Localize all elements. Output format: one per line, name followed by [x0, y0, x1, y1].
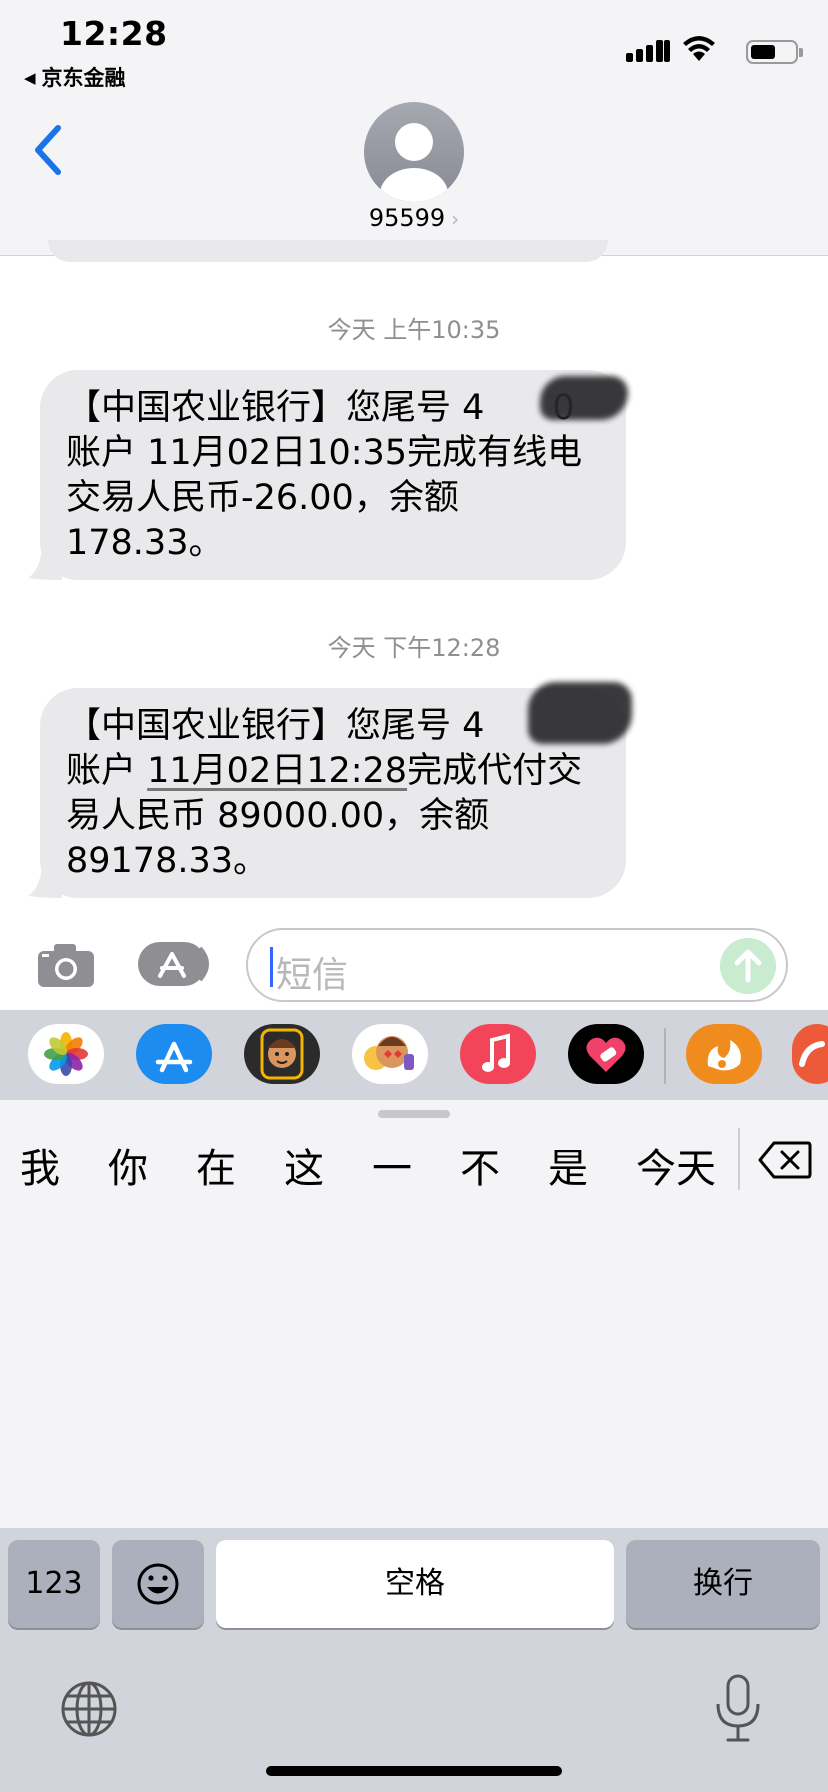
message-timestamp: 今天 下午12:28 [327, 634, 501, 662]
candidate-word[interactable]: 我 [20, 1136, 60, 1194]
microphone-icon[interactable] [710, 1674, 766, 1744]
candidate-word[interactable]: 你 [108, 1136, 148, 1194]
back-app-label: 京东金融 [41, 66, 126, 90]
person-icon [380, 123, 448, 202]
contact-number: 95599 [368, 204, 446, 232]
redaction-mark [540, 376, 628, 420]
message-line: 【中国农业银行】您尾号 4 [66, 706, 485, 746]
drawer-grabber[interactable] [378, 1110, 450, 1118]
battery-icon [746, 40, 803, 64]
date-link[interactable]: 11月02日12:28 [147, 751, 407, 791]
chevron-right-icon: › [451, 207, 460, 231]
message-input-placeholder: 短信 [276, 955, 349, 996]
message-bubble[interactable]: 【中国农业银行】您尾号 40 账户 11月02日10:35完成有线电 交易人民币… [28, 370, 628, 580]
contact-name[interactable]: 95599 › [0, 204, 828, 232]
message-line: 易人民币 89000.00，余额 [66, 796, 490, 836]
numbers-key[interactable]: 123 [8, 1540, 100, 1628]
message-line: 交易人民币-26.00，余额 [66, 478, 459, 518]
animoji-stickers-icon[interactable] [352, 1024, 428, 1084]
text-caret [270, 947, 273, 987]
music-icon[interactable] [460, 1024, 536, 1084]
candidate-bar: 我 你 在 这 一 不 是 今天 [0, 1100, 828, 1528]
camera-icon[interactable] [36, 942, 96, 988]
message-bubble[interactable]: 【中国农业银行】您尾号 4 账户 11月02日12:28完成代付交 易人民币 8… [28, 682, 632, 898]
memoji-icon[interactable] [244, 1024, 320, 1084]
imessage-app-drawer [0, 1010, 828, 1100]
message-line: 账户 11月02日10:35完成有线电 [66, 433, 583, 473]
status-icons [598, 34, 803, 66]
home-indicator[interactable] [266, 1766, 562, 1776]
wifi-icon [683, 36, 715, 61]
candidate-word[interactable]: 今天 [636, 1136, 716, 1194]
candidate-word[interactable]: 在 [196, 1136, 236, 1194]
app-drawer-divider [664, 1028, 666, 1084]
return-key[interactable]: 换行 [626, 1540, 820, 1628]
partial-app-icon[interactable] [792, 1024, 828, 1084]
contact-avatar[interactable] [364, 102, 464, 202]
message-line: 89178.33。 [66, 841, 269, 881]
uc-browser-icon[interactable] [686, 1024, 762, 1084]
back-triangle-icon: ◀ [24, 69, 36, 87]
bubble-tail [28, 866, 62, 898]
message-line: 完成代付交 [407, 751, 583, 791]
bubble-tail [28, 548, 62, 580]
candidate-word[interactable]: 一 [372, 1136, 412, 1194]
message-line: 【中国农业银行】您尾号 4 [66, 388, 485, 428]
candidate-word[interactable]: 不 [460, 1136, 500, 1194]
delete-icon[interactable] [758, 1140, 812, 1180]
app-store-icon[interactable] [136, 1024, 212, 1084]
emoji-key[interactable] [112, 1540, 204, 1628]
keyboard: 我 你 在 这 一 不 是 今天 123 空格 换行 [0, 1100, 828, 1792]
previous-message-bubble [48, 240, 608, 262]
message-line: 账户 [66, 751, 148, 791]
candidate-word[interactable]: 这 [284, 1136, 324, 1194]
globe-icon[interactable] [60, 1680, 118, 1738]
cellular-signal-icon [626, 38, 670, 62]
back-chevron-icon[interactable] [28, 124, 68, 176]
message-input[interactable]: 短信 [246, 928, 788, 1002]
space-key[interactable]: 空格 [216, 1540, 614, 1628]
message-line: 178.33。 [66, 523, 224, 563]
app-store-button[interactable] [138, 940, 214, 988]
conversation-header: 12:28 ◀ 京东金融 95599 › [0, 0, 828, 256]
message-timestamp: 今天 上午10:35 [327, 316, 501, 344]
photos-app-icon[interactable] [28, 1024, 104, 1084]
digital-touch-icon[interactable] [568, 1024, 644, 1084]
composer-row: 短信 [0, 916, 828, 1010]
emoji-icon [137, 1563, 179, 1605]
status-time: 12:28 [60, 14, 168, 53]
candidate-word[interactable]: 是 [548, 1136, 588, 1194]
back-to-app-link[interactable]: ◀ 京东金融 [24, 62, 126, 92]
redaction-mark [528, 682, 632, 744]
candidate-separator [738, 1128, 740, 1190]
send-button[interactable] [720, 938, 776, 994]
